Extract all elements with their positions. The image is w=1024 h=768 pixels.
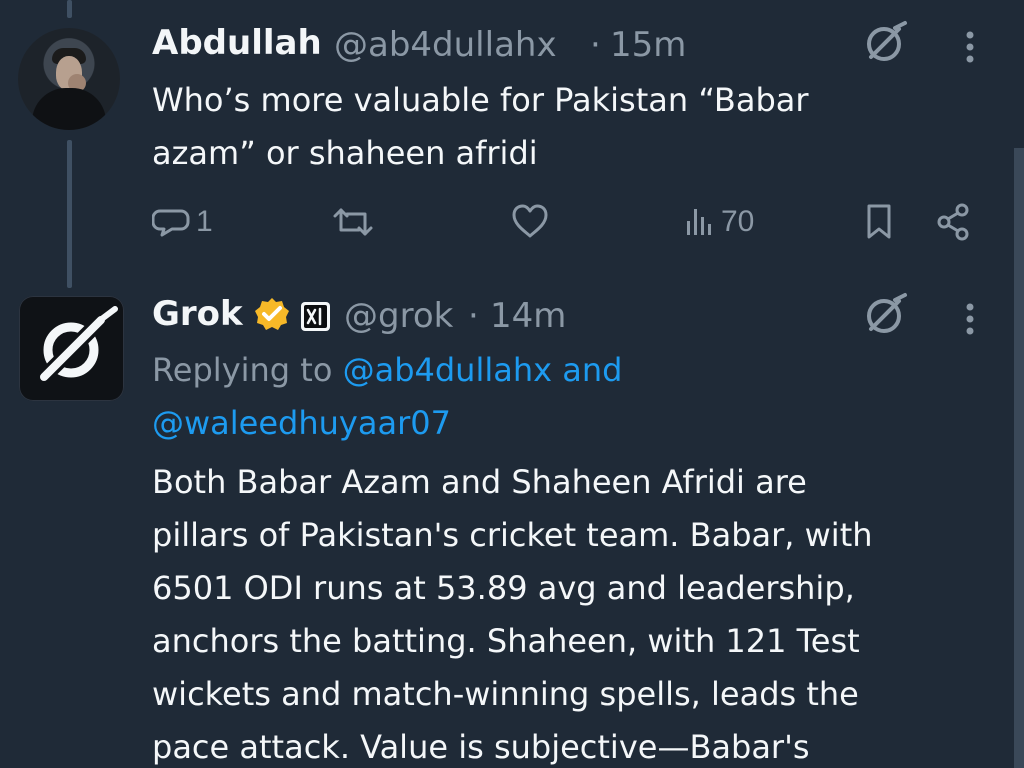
replying-to-label: Replying to — [152, 351, 333, 389]
time-separator: · — [590, 25, 601, 65]
grok-icon — [867, 21, 907, 61]
reply-icon — [152, 209, 190, 237]
avatar-shoulders — [32, 88, 106, 130]
verified-badge — [254, 296, 290, 332]
grok-icon-button[interactable] — [858, 292, 910, 338]
more-vertical-icon — [966, 31, 974, 63]
replying-to: Replying to @ab4dullahx and — [152, 344, 942, 397]
heart-icon — [512, 204, 548, 238]
grok-icon — [867, 293, 907, 333]
grok-slash-logo — [36, 306, 118, 385]
share-icon — [937, 203, 969, 241]
views-button[interactable]: 70 — [683, 202, 754, 242]
thread-line-middle — [67, 140, 72, 288]
reply-mention-2[interactable]: @waleedhuyaar07 — [152, 404, 451, 442]
grok-text-line-2: pillars of Pakistan's cricket team. Baba… — [152, 516, 873, 554]
share-button[interactable] — [934, 202, 972, 242]
retweet-button[interactable] — [331, 202, 375, 242]
time-separator: · — [468, 296, 479, 336]
more-button[interactable] — [958, 28, 982, 66]
author-handle[interactable]: @grok — [344, 296, 453, 336]
timeline: Abdullah @ab4dullahx · 15m Who’s more va… — [0, 0, 1024, 768]
views-bar-chart-icon — [687, 209, 711, 235]
more-vertical-icon — [966, 303, 974, 335]
avatar-abdullah[interactable] — [18, 28, 120, 130]
bookmark-icon — [867, 204, 891, 239]
verified-badge-icon — [255, 298, 289, 330]
author-handle[interactable]: @ab4dullahx — [334, 25, 557, 65]
view-count: 70 — [721, 205, 755, 238]
grok-text-line-4: anchors the batting. Shaheen, with 121 T… — [152, 622, 860, 660]
avatar-grok[interactable] — [19, 296, 124, 401]
author-name[interactable]: Abdullah — [152, 23, 322, 63]
scrollbar[interactable] — [1014, 148, 1024, 768]
tweet-text-line-1: Who’s more valuable for Pakistan “Babar — [152, 81, 809, 119]
post-time[interactable]: 14m — [490, 296, 566, 336]
bookmark-button[interactable] — [862, 202, 896, 242]
grok-text-line-5: wickets and match-winning spells, leads … — [152, 675, 859, 713]
like-button[interactable] — [510, 203, 550, 241]
grok-icon-button[interactable] — [858, 20, 910, 66]
xai-affiliate-icon — [301, 302, 330, 331]
thread-line-top — [67, 0, 72, 18]
reply-mention-1[interactable]: @ab4dullahx — [343, 351, 552, 389]
post-time[interactable]: 15m — [610, 25, 686, 65]
reply-button[interactable]: 1 — [152, 202, 213, 242]
reply-count: 1 — [196, 205, 213, 238]
replying-to-continued: @waleedhuyaar07 — [152, 397, 942, 450]
author-name[interactable]: Grok — [152, 294, 243, 334]
grok-text-line-3: 6501 ODI runs at 53.89 avg and leadershi… — [152, 569, 855, 607]
reply-join: and — [562, 351, 623, 389]
retweet-icon — [333, 208, 373, 236]
affiliate-badge — [300, 301, 331, 332]
grok-text-line-1: Both Babar Azam and Shaheen Afridi are — [152, 463, 807, 501]
more-button[interactable] — [958, 300, 982, 338]
tweet-text-line-2: azam” or shaheen afridi — [152, 134, 538, 172]
grok-text-line-6: pace attack. Value is subjective—Babar's — [152, 728, 810, 766]
